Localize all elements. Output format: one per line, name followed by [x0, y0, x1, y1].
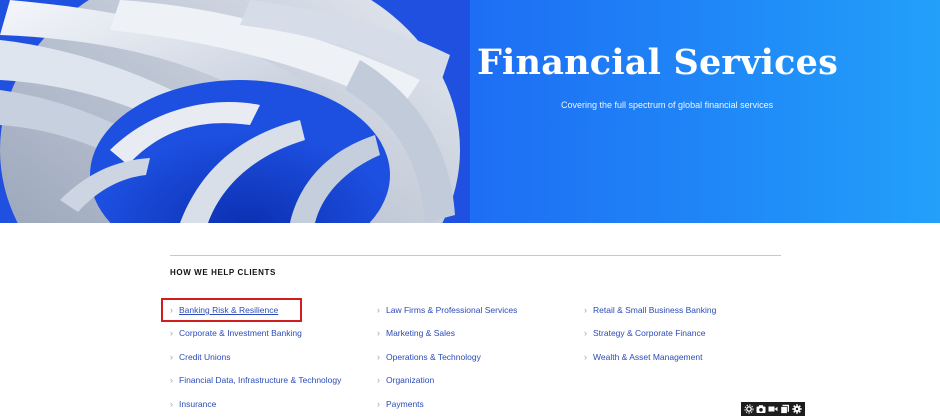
video-icon[interactable]: [767, 403, 779, 415]
services-column-1: › Banking Risk & Resilience › Corporate …: [170, 298, 370, 416]
chevron-right-icon: ›: [377, 375, 380, 386]
screenshot-toolbar: [741, 402, 805, 416]
service-link-financial-data[interactable]: › Financial Data, Infrastructure & Techn…: [170, 369, 370, 393]
chevron-right-icon: ›: [170, 398, 173, 409]
service-link-label[interactable]: Financial Data, Infrastructure & Technol…: [179, 375, 341, 385]
section-divider: [170, 255, 781, 256]
chevron-right-icon: ›: [377, 304, 380, 315]
chevron-right-icon: ›: [377, 398, 380, 409]
chevron-right-icon: ›: [584, 351, 587, 362]
service-link-label[interactable]: Law Firms & Professional Services: [386, 305, 517, 315]
chevron-right-icon: ›: [584, 328, 587, 339]
service-link-label[interactable]: Credit Unions: [179, 352, 231, 362]
service-link-label[interactable]: Payments: [386, 399, 424, 409]
chevron-right-icon: ›: [377, 351, 380, 362]
chevron-right-icon: ›: [377, 328, 380, 339]
service-link-banking-risk-resilience[interactable]: › Banking Risk & Resilience: [170, 298, 370, 322]
service-link-strategy-corporate-finance[interactable]: › Strategy & Corporate Finance: [584, 322, 784, 346]
camera-icon[interactable]: [755, 403, 767, 415]
chevron-right-icon: ›: [170, 328, 173, 339]
service-link-retail-small-business[interactable]: › Retail & Small Business Banking: [584, 298, 784, 322]
hero-banner: Financial Services Covering the full spe…: [0, 0, 940, 223]
chevron-right-icon: ›: [170, 351, 173, 362]
service-link-marketing-sales[interactable]: › Marketing & Sales: [377, 322, 577, 346]
services-column-3: › Retail & Small Business Banking › Stra…: [584, 298, 784, 369]
service-link-organization[interactable]: › Organization: [377, 369, 577, 393]
service-link-label[interactable]: Insurance: [179, 399, 216, 409]
service-link-law-firms[interactable]: › Law Firms & Professional Services: [377, 298, 577, 322]
service-link-label[interactable]: Retail & Small Business Banking: [593, 305, 716, 315]
chevron-right-icon: ›: [584, 304, 587, 315]
service-link-label[interactable]: Marketing & Sales: [386, 328, 455, 338]
service-link-label[interactable]: Corporate & Investment Banking: [179, 328, 302, 338]
service-link-payments[interactable]: › Payments: [377, 392, 577, 416]
service-link-label[interactable]: Wealth & Asset Management: [593, 352, 702, 362]
service-link-label[interactable]: Organization: [386, 375, 434, 385]
abstract-paper-sculpture-image: [0, 0, 470, 223]
chevron-right-icon: ›: [170, 375, 173, 386]
service-link-insurance[interactable]: › Insurance: [170, 392, 370, 416]
service-link-label[interactable]: Operations & Technology: [386, 352, 481, 362]
service-link-label[interactable]: Strategy & Corporate Finance: [593, 328, 705, 338]
section-heading: HOW WE HELP CLIENTS: [170, 268, 276, 277]
services-column-2: › Law Firms & Professional Services › Ma…: [377, 298, 577, 416]
page-subtitle: Covering the full spectrum of global fin…: [561, 100, 774, 110]
page-title: Financial Services: [477, 42, 838, 83]
service-link-wealth-asset-management[interactable]: › Wealth & Asset Management: [584, 345, 784, 369]
copy-icon[interactable]: [779, 403, 791, 415]
service-link-credit-unions[interactable]: › Credit Unions: [170, 345, 370, 369]
chevron-right-icon: ›: [170, 304, 173, 315]
settings-gear-icon[interactable]: [743, 403, 755, 415]
service-link-operations-technology[interactable]: › Operations & Technology: [377, 345, 577, 369]
service-link-corporate-investment-banking[interactable]: › Corporate & Investment Banking: [170, 322, 370, 346]
service-link-label[interactable]: Banking Risk & Resilience: [179, 305, 278, 315]
gear-icon[interactable]: [791, 403, 803, 415]
